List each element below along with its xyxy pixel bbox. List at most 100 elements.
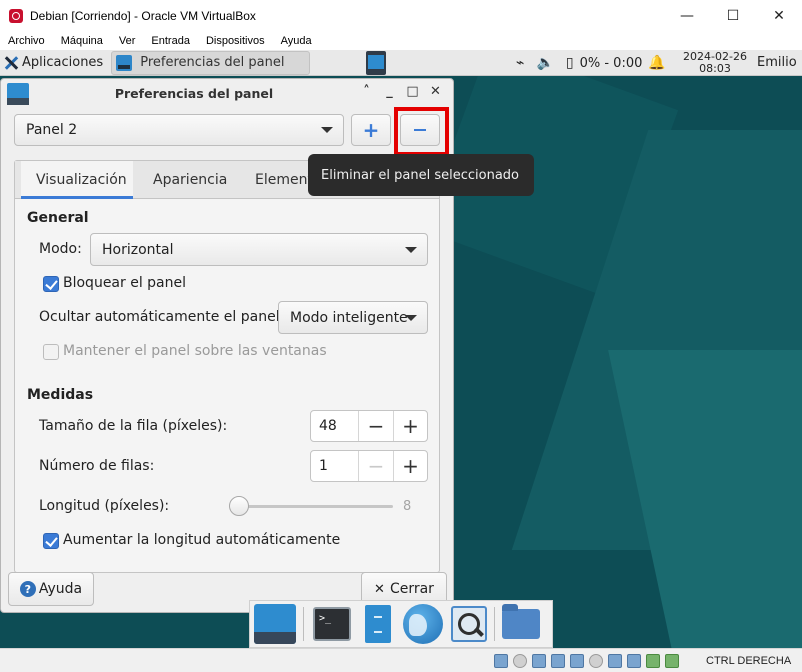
length-slider-track[interactable] — [237, 505, 393, 508]
panel-select[interactable]: Panel 2 — [14, 114, 344, 146]
dock-panel-settings[interactable] — [250, 602, 300, 646]
help-button[interactable]: ? Ayuda — [8, 572, 94, 606]
auto-length-checkbox[interactable] — [43, 533, 59, 549]
lock-panel-label: Bloquear el panel — [63, 275, 187, 291]
host-key-label: CTRL DERECHA — [706, 655, 792, 667]
roll-up-icon[interactable]: ˄ — [355, 84, 378, 99]
notifications-bell-icon[interactable]: 🔔 — [648, 55, 665, 71]
clock[interactable]: 2024-02-26 08:03 — [678, 51, 752, 75]
menu-ayuda[interactable]: Ayuda — [273, 35, 320, 47]
dock-file-manager[interactable] — [357, 602, 399, 646]
rows-decrement-icon[interactable]: − — [359, 451, 393, 481]
folder-icon — [502, 604, 540, 639]
dock-web-browser[interactable] — [399, 602, 447, 646]
tooltip-text: Eliminar el panel seleccionado — [321, 167, 519, 183]
length-value: 8 — [403, 499, 412, 514]
panel-preferences-icon — [116, 54, 133, 71]
dialog-titlebar: Preferencias del panel ˄ _ □ ✕ — [1, 79, 453, 107]
panel-settings-icon — [254, 604, 296, 644]
menu-ver[interactable]: Ver — [111, 35, 144, 47]
close-icon[interactable]: ✕ — [756, 0, 802, 31]
tab-label: Visualización — [36, 172, 127, 188]
dock-terminal[interactable]: >_ — [307, 602, 357, 646]
taskbar-item-label: Preferencias del panel — [140, 55, 285, 70]
row-size-value[interactable]: 48 — [311, 411, 359, 441]
maximize-icon[interactable]: □ — [401, 84, 424, 99]
clock-time: 08:03 — [699, 62, 731, 75]
chevron-down-icon — [405, 246, 417, 253]
row-size-label: Tamaño de la fila (píxeles): — [39, 418, 228, 434]
maximize-icon[interactable]: ☐ — [710, 0, 756, 31]
length-label: Longitud (píxeles): — [39, 498, 170, 514]
shared-folders-icon[interactable] — [589, 654, 603, 668]
device-status-icons — [494, 654, 684, 668]
display-icon[interactable] — [608, 654, 622, 668]
row-size-spinner[interactable]: 48 − + — [310, 410, 428, 442]
dialog-title: Preferencias del panel — [114, 86, 274, 101]
dock-app-finder[interactable] — [447, 602, 491, 646]
autohide-select-value: Modo inteligente — [290, 309, 408, 326]
system-tray: ⌁ 🔈 ▯ 0% - 0:00 🔔 — [510, 50, 672, 76]
menu-entrada[interactable]: Entrada — [143, 35, 198, 47]
optical-drive-icon[interactable] — [513, 654, 527, 668]
dock-folder[interactable] — [498, 602, 544, 646]
menu-maquina[interactable]: Máquina — [53, 35, 111, 47]
user-menu[interactable]: Emilio — [757, 55, 797, 70]
dialog-window-controls: ˄ _ □ ✕ — [355, 84, 447, 99]
applications-menu-button[interactable]: Aplicaciones — [0, 50, 107, 76]
row-size-increment-icon[interactable]: + — [393, 411, 427, 441]
network-adapter-icon[interactable] — [551, 654, 565, 668]
mode-select[interactable]: Horizontal — [90, 233, 428, 266]
recording-icon[interactable] — [627, 654, 641, 668]
minimize-icon[interactable]: — — [664, 0, 710, 31]
rows-value[interactable]: 1 — [311, 451, 359, 481]
active-tab-indicator — [21, 196, 133, 199]
cpu-activity-icon[interactable] — [646, 654, 660, 668]
host-statusbar: CTRL DERECHA — [0, 648, 802, 672]
highlight-annotation — [394, 107, 449, 156]
hard-disk-icon[interactable] — [494, 654, 508, 668]
taskbar-item-preferences[interactable]: Preferencias del panel — [111, 50, 311, 75]
autohide-select[interactable]: Modo inteligente — [278, 301, 428, 334]
menu-dispositivos[interactable]: Dispositivos — [198, 35, 273, 47]
tooltip: Eliminar el panel seleccionado — [308, 154, 534, 196]
applications-label: Aplicaciones — [22, 55, 104, 70]
mouse-integration-icon[interactable] — [665, 654, 679, 668]
battery-icon[interactable]: ▯ — [566, 55, 574, 71]
audio-icon[interactable] — [532, 654, 546, 668]
terminal-icon: >_ — [313, 607, 351, 641]
close-icon[interactable]: ✕ — [424, 84, 447, 99]
usb-icon[interactable] — [570, 654, 584, 668]
measures-heading: Medidas — [27, 387, 94, 403]
keep-above-checkbox[interactable] — [43, 344, 59, 360]
length-slider-handle[interactable] — [229, 496, 249, 516]
tab-label: Apariencia — [153, 172, 228, 188]
tab-visualizacion[interactable]: Visualización — [21, 161, 133, 199]
add-panel-button[interactable]: + — [351, 114, 391, 146]
general-heading: General — [27, 210, 89, 226]
battery-status: 0% - 0:00 — [579, 55, 643, 71]
network-icon[interactable]: ⌁ — [516, 55, 524, 71]
lock-panel-checkbox[interactable] — [43, 276, 59, 292]
autohide-label: Ocultar automáticamente el panel: — [39, 309, 285, 325]
help-label: Ayuda — [38, 581, 83, 597]
panel-switcher-icon[interactable] — [366, 51, 386, 75]
rows-spinner[interactable]: 1 − + — [310, 450, 428, 482]
row-size-decrement-icon[interactable]: − — [359, 411, 393, 441]
globe-icon — [403, 604, 443, 644]
search-icon — [451, 606, 487, 642]
minimize-icon[interactable]: _ — [378, 84, 401, 99]
rows-label: Número de filas: — [39, 458, 155, 474]
panel-select-value: Panel 2 — [26, 122, 78, 138]
bottom-dock: >_ — [249, 600, 553, 648]
chevron-down-icon — [321, 127, 333, 133]
menu-archivo[interactable]: Archivo — [0, 35, 53, 47]
mode-label: Modo: — [39, 241, 82, 257]
rows-increment-icon[interactable]: + — [393, 451, 427, 481]
mode-select-value: Horizontal — [102, 241, 174, 258]
host-menubar: Archivo Máquina Ver Entrada Dispositivos… — [0, 31, 802, 50]
tab-apariencia[interactable]: Apariencia — [139, 161, 239, 199]
plus-icon: + — [362, 118, 380, 142]
chevron-down-icon — [405, 314, 417, 321]
volume-icon[interactable]: 🔈 — [536, 55, 553, 71]
